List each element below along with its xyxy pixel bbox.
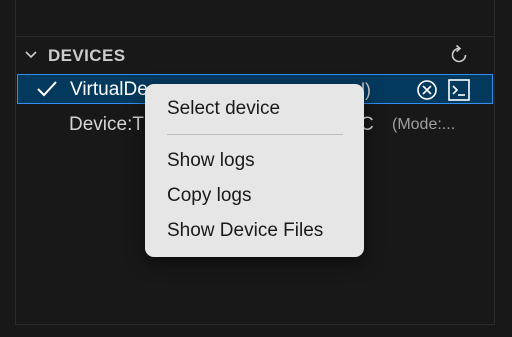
refresh-icon[interactable] <box>447 43 471 67</box>
device-mode: (Mode:... <box>392 116 456 133</box>
devices-section-header[interactable]: DEVICES <box>18 40 494 70</box>
device-name: VirtualDe <box>70 79 148 100</box>
explorer-view: DEVICES VirtualDe l) Device:T C (Mode:..… <box>0 0 512 337</box>
menu-item-show-logs[interactable]: Show logs <box>167 150 255 172</box>
context-menu: Select device Show logs Copy logs Show D… <box>145 84 364 257</box>
menu-item-copy-logs[interactable]: Copy logs <box>167 185 252 207</box>
chevron-down-icon[interactable] <box>24 48 38 62</box>
device-name: Device:T <box>69 114 144 135</box>
terminal-icon[interactable] <box>447 78 471 102</box>
panel-divider <box>16 36 494 37</box>
section-title: DEVICES <box>48 46 126 65</box>
menu-separator <box>167 134 343 135</box>
check-icon <box>37 81 57 97</box>
menu-item-show-device-files[interactable]: Show Device Files <box>167 220 323 242</box>
close-circle-icon[interactable] <box>416 79 438 101</box>
menu-item-select-device[interactable]: Select device <box>167 98 280 120</box>
